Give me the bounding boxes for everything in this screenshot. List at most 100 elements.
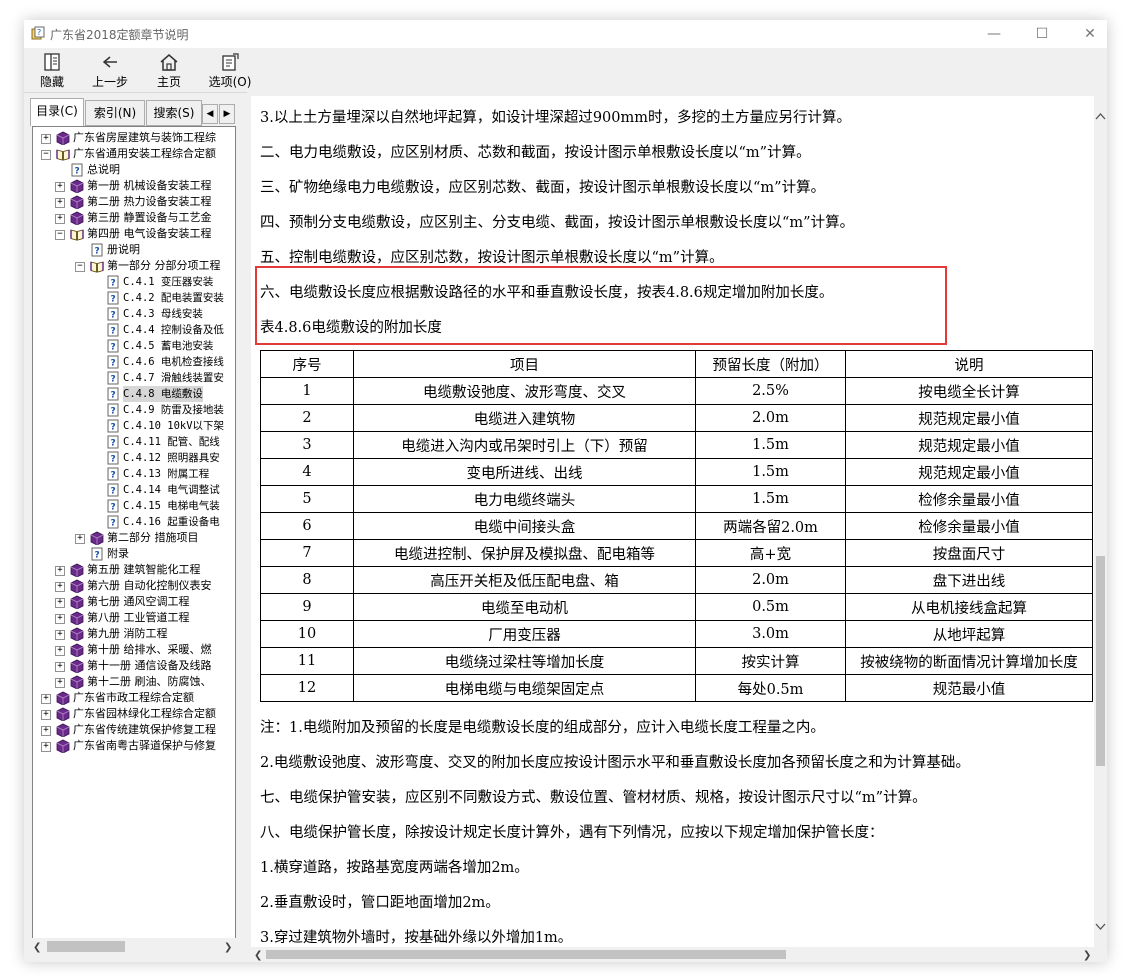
tree-item[interactable]: ? C.4.4 控制设备及低 <box>33 322 233 338</box>
tab-search[interactable]: 搜索(S) <box>146 100 202 126</box>
table-cell: 电缆敷设弛度、波形弯度、交叉 <box>353 377 696 405</box>
expand-icon[interactable]: + <box>41 742 51 752</box>
help-page-icon: ? <box>106 483 120 497</box>
collapse-icon[interactable]: − <box>75 262 85 272</box>
tree-item[interactable]: ? C.4.1 变压器安装 <box>33 274 233 290</box>
expand-icon[interactable]: + <box>55 678 65 688</box>
tree-item[interactable]: ? C.4.8 电缆敷设 <box>33 386 233 402</box>
tree-item[interactable]: + 第十一册 通信设备及线路 <box>33 658 233 674</box>
expand-icon[interactable]: + <box>55 182 65 192</box>
tree-item[interactable]: ? C.4.15 电梯电气装 <box>33 498 233 514</box>
maximize-button[interactable]: ☐ <box>1019 20 1065 48</box>
tree-item[interactable]: ? 总说明 <box>33 162 233 178</box>
tree-item[interactable]: + 第八册 工业管道工程 <box>33 610 233 626</box>
tree-item[interactable]: ? C.4.14 电气调整试 <box>33 482 233 498</box>
paragraph: 2.电缆敷设弛度、波形弯度、交叉的附加长度应按设计图示水平和垂直敷设长度加各预留… <box>260 755 970 771</box>
content-horizontal-scrollbar[interactable]: ❮ ❯ <box>251 947 1094 962</box>
tree-item[interactable]: + 第五册 建筑智能化工程 <box>33 562 233 578</box>
expand-icon[interactable]: + <box>55 214 65 224</box>
expand-icon[interactable]: + <box>55 598 65 608</box>
tree-item[interactable]: + 第二册 热力设备安装工程 <box>33 194 233 210</box>
table-cell: 12 <box>260 674 354 702</box>
svg-text:?: ? <box>111 423 116 433</box>
collapse-icon[interactable]: − <box>41 150 51 160</box>
paragraph: 注：1.电缆附加及预留的长度是电缆敷设长度的组成部分，应计入电缆长度工程量之内。 <box>260 720 825 736</box>
tree-item[interactable]: + 广东省市政工程综合定额 <box>33 690 233 706</box>
toolbar: 隐藏 上一步 主页 选项(O) <box>24 48 1107 93</box>
minimize-button[interactable]: — <box>971 20 1017 48</box>
tree-item[interactable]: ? 册说明 <box>33 242 233 258</box>
expand-icon[interactable]: + <box>55 630 65 640</box>
expand-icon[interactable]: + <box>75 534 85 544</box>
tab-scroll-right-button[interactable]: ▶ <box>219 104 235 124</box>
tree-item[interactable]: ? C.4.5 蓄电池安装 <box>33 338 233 354</box>
tree-item-label: 册说明 <box>107 243 140 256</box>
table-cell: 从地坪起算 <box>845 620 1093 648</box>
expand-icon[interactable]: + <box>55 582 65 592</box>
tree-item-label: C.4.4 控制设备及低 <box>123 324 224 336</box>
tree-item[interactable]: + 广东省传统建筑保护修复工程 <box>33 722 233 738</box>
content-hscroll-thumb <box>266 950 786 959</box>
tab-contents[interactable]: 目录(C) <box>30 98 84 126</box>
tree-item[interactable]: ? C.4.10 10kV以下架 <box>33 418 233 434</box>
expand-icon[interactable]: + <box>41 134 51 144</box>
expand-icon[interactable]: + <box>55 198 65 208</box>
tree-item[interactable]: ? 附录 <box>33 546 233 562</box>
home-button[interactable]: 主页 <box>141 50 197 90</box>
tree-item[interactable]: + 广东省房屋建筑与装饰工程综 <box>33 130 233 146</box>
table-cell: 1 <box>260 377 354 405</box>
table-cell: 厂用变压器 <box>353 620 696 648</box>
tab-scroll-left-button[interactable]: ◀ <box>202 104 218 124</box>
tree-item[interactable]: + 广东省南粤古驿道保护与修复 <box>33 738 233 754</box>
title-bar: ? 广东省2018定额章节说明 — ☐ ✕ <box>24 20 1107 48</box>
tree-item[interactable]: + 第七册 通风空调工程 <box>33 594 233 610</box>
tree-item[interactable]: ? C.4.9 防雷及接地装 <box>33 402 233 418</box>
tree-horizontal-scrollbar[interactable]: ❮ ❯ <box>30 938 236 955</box>
content-vertical-scrollbar[interactable] <box>1094 96 1107 947</box>
tree-item[interactable]: − 广东省通用安装工程综合定额 <box>33 146 233 162</box>
expand-icon[interactable]: + <box>41 726 51 736</box>
expand-icon[interactable]: + <box>55 614 65 624</box>
expand-icon[interactable]: + <box>55 662 65 672</box>
table-cell: 2 <box>260 404 354 432</box>
paragraph: 三、矿物绝缘电力电缆敷设，应区别芯数、截面，按设计图示单根敷设长度以“m”计算。 <box>260 180 826 196</box>
tree-item[interactable]: ? C.4.13 附属工程 <box>33 466 233 482</box>
tab-index[interactable]: 索引(N) <box>85 100 145 126</box>
tree-item-label: C.4.12 照明器具安 <box>123 452 220 464</box>
tree-item[interactable]: + 第一册 机械设备安装工程 <box>33 178 233 194</box>
hide-button[interactable]: 隐藏 <box>24 50 80 90</box>
expand-icon[interactable]: + <box>41 694 51 704</box>
tree-item[interactable]: ? C.4.3 母线安装 <box>33 306 233 322</box>
table-cell: 8 <box>260 566 354 594</box>
tree-item[interactable]: + 第三册 静置设备与工艺金 <box>33 210 233 226</box>
tree-item[interactable]: ? C.4.7 滑触线装置安 <box>33 370 233 386</box>
navigation-pane: 目录(C) 索引(N) 搜索(S) ◀ ▶ + 广东省房屋建筑与装饰工程综 − 广东省… <box>30 98 236 958</box>
options-button[interactable]: 选项(O) <box>200 50 260 90</box>
expand-icon[interactable]: + <box>41 710 51 720</box>
tree-item[interactable]: ? C.4.11 配管、配线 <box>33 434 233 450</box>
tree-item[interactable]: − 第一部分 分部分项工程 <box>33 258 233 274</box>
tree-item[interactable]: ? C.4.16 起重设备电 <box>33 514 233 530</box>
tree-item[interactable]: ? C.4.2 配电装置安装 <box>33 290 233 306</box>
content-scroll-thumb <box>1096 556 1105 766</box>
tree-item[interactable]: ? C.4.6 电机检查接线 <box>33 354 233 370</box>
tree-item[interactable]: + 第九册 消防工程 <box>33 626 233 642</box>
tree-item[interactable]: + 第六册 自动化控制仪表安 <box>33 578 233 594</box>
tree-item[interactable]: + 广东省园林绿化工程综合定额 <box>33 706 233 722</box>
table-cell: 电力电缆终端头 <box>353 485 696 513</box>
back-button[interactable]: 上一步 <box>82 50 138 90</box>
close-button[interactable]: ✕ <box>1067 20 1107 48</box>
expand-icon[interactable]: + <box>55 646 65 656</box>
table-cell: 7 <box>260 539 354 567</box>
triangle-left-icon: ◀ <box>206 109 214 119</box>
expand-icon[interactable]: + <box>55 566 65 576</box>
collapse-icon[interactable]: − <box>55 230 65 240</box>
tree-item-label: 第六册 自动化控制仪表安 <box>87 579 212 592</box>
tree-item[interactable]: − 第四册 电气设备安装工程 <box>33 226 233 242</box>
table-cell: 3 <box>260 431 354 459</box>
table-row: 11 电缆绕过梁柱等增加长度 按实计算 按被绕物的断面情况计算增加长度 <box>260 647 1093 675</box>
tree-item[interactable]: + 第十二册 刷油、防腐蚀、 <box>33 674 233 690</box>
tree-item[interactable]: + 第十册 给排水、采暖、燃 <box>33 642 233 658</box>
tree-item[interactable]: + 第二部分 措施项目 <box>33 530 233 546</box>
tree-item[interactable]: ? C.4.12 照明器具安 <box>33 450 233 466</box>
